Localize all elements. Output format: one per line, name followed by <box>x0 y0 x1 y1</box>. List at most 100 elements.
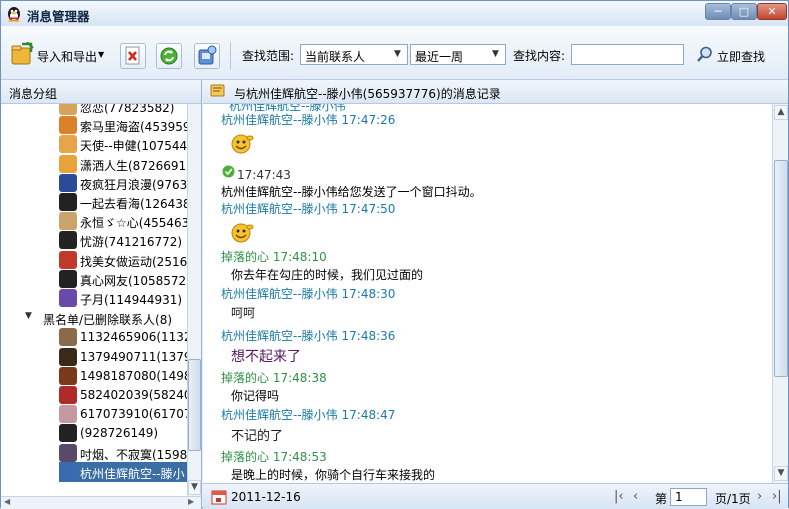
scroll-up-button[interactable]: ▲ <box>774 105 788 120</box>
blacklist-contact-item[interactable]: 617073910(61707391 <box>59 404 187 424</box>
blacklist-contact-item[interactable]: 1498187080(1498187 <box>59 366 187 386</box>
check-icon <box>222 165 235 178</box>
message-log-scrollbar[interactable]: ▲ ▼ <box>772 104 788 483</box>
settings-button[interactable] <box>194 43 220 69</box>
contact-tree-scrollbar[interactable]: ▼ <box>187 104 201 496</box>
blacklist-contact-item[interactable]: 1132465906(1132465 <box>59 327 187 347</box>
contact-item[interactable]: 子月(114944931) <box>59 288 187 308</box>
contact-item[interactable]: 一起去看海(1264381 <box>59 192 187 212</box>
contact-item[interactable]: 真心网友(10585727 <box>59 269 187 289</box>
contact-item[interactable]: 夜疯狂月浪漫(97632 <box>59 173 187 193</box>
avatar <box>59 366 77 385</box>
blacklist-contact-item[interactable]: 1379490711(1379490 <box>59 347 187 367</box>
message-header: 掉落的心 17:48:38 <box>221 369 327 386</box>
scroll-down-button[interactable]: ▼ <box>188 480 201 495</box>
first-page-icon[interactable]: |‹ <box>614 489 624 504</box>
page-number-input[interactable]: 1 <box>670 488 707 506</box>
prev-page-icon[interactable]: ‹ <box>633 489 638 504</box>
avatar <box>59 328 77 347</box>
message-manager-window: 消息管理器 ─ □ ✕ 导入和导出 ▼ 查找范围: 当前联系人 ▼ 最近一周 ▼… <box>0 0 789 509</box>
scrollbar-thumb[interactable] <box>774 160 788 377</box>
blacklist-contact-item[interactable]: 杭州佳辉航空--滕小 <box>59 461 187 482</box>
message-groups-panel: 消息分组 忽恋(77823582) 索马里海盗(4539595 天使--申健(107… <box>1 80 202 509</box>
search-scope-label: 查找范围: <box>242 49 295 63</box>
contact-label: 杭州佳辉航空--滕小 <box>80 466 185 481</box>
blacklist-contact-item[interactable]: (928726149) <box>59 423 187 443</box>
contact-label: 吋烟、不寂寞(15985 <box>80 447 187 462</box>
message-text: 你记得吗 <box>231 389 280 403</box>
log-date: 2011-12-16 <box>231 490 301 504</box>
message-time: 17:48:47 <box>341 408 396 422</box>
next-page-icon[interactable]: › <box>757 489 762 504</box>
message-text: 呵呵 <box>231 306 256 320</box>
contact-item[interactable]: 永恒ゞ☆心(4554638 <box>59 211 187 231</box>
scroll-right-icon[interactable]: ▶ <box>188 497 194 506</box>
contact-label: 582402039(58240203 <box>80 388 187 402</box>
message-text: 是晚上的时候，你骑个自行车来接我的 <box>231 468 436 482</box>
contact-label: 真心网友(10585727 <box>80 273 187 288</box>
minimize-button[interactable]: ─ <box>705 3 731 20</box>
message-sender: 杭州佳辉航空--滕小伟 <box>221 113 338 127</box>
scroll-left-icon[interactable]: ◀ <box>4 497 10 506</box>
message-sender: 掉落的心 <box>221 250 270 264</box>
blacklist-contact-item[interactable]: 582402039(58240203 <box>59 385 187 405</box>
last-page-icon[interactable]: ›| <box>772 489 782 504</box>
conversation-header: 与杭州佳辉航空--滕小伟(565937776)的消息记录 <box>203 80 788 104</box>
maximize-button[interactable]: □ <box>731 3 757 20</box>
contact-label: 1132465906(1132465 <box>80 330 187 345</box>
search-now-button[interactable]: 立即查找 <box>696 42 768 70</box>
contact-item[interactable]: 忽恋(77823582) <box>59 104 187 116</box>
window-title: 消息管理器 <box>27 9 90 24</box>
search-now-label: 立即查找 <box>717 50 766 64</box>
delete-icon <box>125 46 140 65</box>
smiley-emoji-icon <box>231 134 254 154</box>
chevron-down-icon: ▼ <box>98 50 105 59</box>
message-time: 17:48:10 <box>272 250 327 264</box>
contact-item[interactable]: 索马里海盗(4539595 <box>59 115 187 135</box>
chat-history-icon <box>210 84 225 97</box>
collapse-triangle-icon[interactable]: ▼ <box>25 311 32 321</box>
contact-tree-hscrollbar[interactable]: ◀ ▶ <box>1 496 201 509</box>
avatar <box>59 386 77 404</box>
calendar-icon[interactable] <box>211 489 227 505</box>
search-input[interactable] <box>571 44 684 65</box>
scope-select[interactable]: 当前联系人 ▼ <box>300 44 408 65</box>
avatar <box>59 116 77 135</box>
contact-label: (928726149) <box>80 426 159 441</box>
scroll-down-button[interactable]: ▼ <box>774 466 788 481</box>
delete-button[interactable] <box>120 43 146 69</box>
time-range-value: 最近一周 <box>415 50 464 64</box>
message-time: 17:47:43 <box>237 168 291 182</box>
message-sender: 杭州佳辉航空--滕小伟 <box>221 287 338 301</box>
contact-label: 1379490711(1379490 <box>80 349 187 364</box>
message-groups-title: 消息分组 <box>9 87 58 101</box>
message-time: 17:48:36 <box>341 329 396 343</box>
contact-item[interactable]: 忧游(741216772) <box>59 230 187 250</box>
avatar <box>59 347 77 366</box>
contact-item[interactable]: 找美女做运动(25164 <box>59 250 187 270</box>
message-time: 17:48:30 <box>341 287 396 301</box>
close-button[interactable]: ✕ <box>757 3 787 20</box>
refresh-icon <box>160 47 178 65</box>
blacklist-contact-item[interactable]: 吋烟、不寂寞(15985 <box>59 443 187 463</box>
message-time: 17:47:26 <box>341 113 396 127</box>
contact-item[interactable]: 天使--申健(1075441 <box>59 134 187 154</box>
scrollbar-thumb[interactable] <box>188 359 201 451</box>
conversation-title: 与杭州佳辉航空--滕小伟(565937776)的消息记录 <box>234 87 501 101</box>
avatar <box>59 154 77 173</box>
import-export-button[interactable]: 导入和导出 ▼ <box>9 42 111 70</box>
message-text: 不记的了 <box>231 429 284 444</box>
refresh-button[interactable] <box>156 43 182 69</box>
message-header: 杭州佳辉航空--滕小伟 17:48:30 <box>221 285 395 302</box>
toolbar-separator <box>230 42 231 70</box>
avatar <box>59 405 77 424</box>
message-text: 你去年在勾庄的时候，我们见过面的 <box>231 268 424 282</box>
avatar <box>59 193 77 211</box>
message-header: 掉落的心 17:48:53 <box>221 448 327 465</box>
avatar <box>59 424 77 443</box>
avatar <box>59 231 77 250</box>
time-range-select[interactable]: 最近一周 ▼ <box>410 44 506 65</box>
contact-label: 忽恋(77823582) <box>80 104 175 115</box>
contact-item[interactable]: 潇洒人生(87266918) <box>59 154 187 174</box>
smiley-emoji-icon <box>231 223 254 243</box>
